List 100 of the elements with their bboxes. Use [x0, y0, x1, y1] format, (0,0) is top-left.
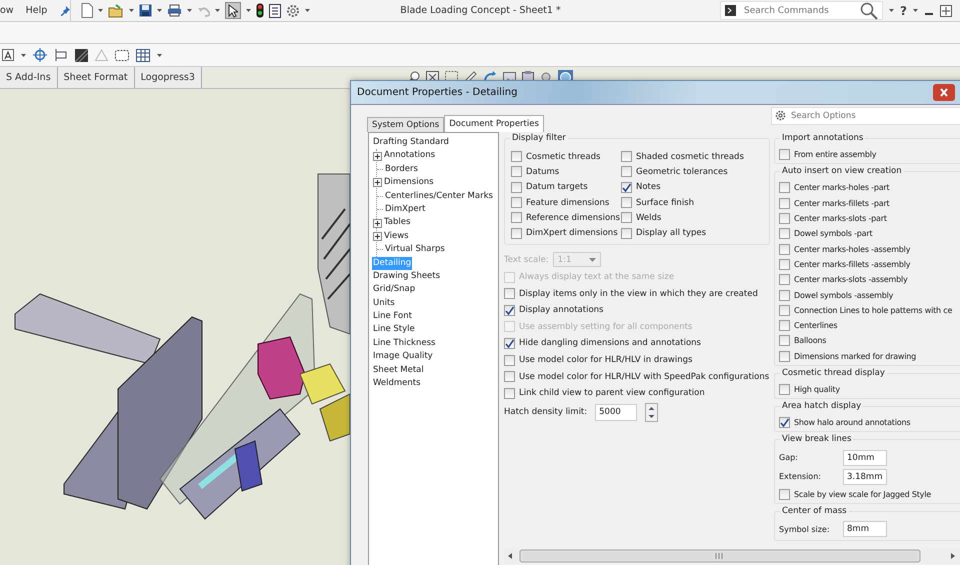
- tree-item[interactable]: Virtual Sharps: [384, 243, 446, 257]
- expand-icon[interactable]: [373, 232, 382, 241]
- checkbox[interactable]: [504, 388, 515, 399]
- tree-item[interactable]: Drawing Sheets: [372, 270, 442, 284]
- list-icon[interactable]: [269, 4, 281, 18]
- save-icon[interactable]: [139, 4, 152, 17]
- tree-item[interactable]: DimXpert: [384, 202, 426, 216]
- tree-item[interactable]: Annotations: [383, 149, 436, 163]
- command-prompt-icon[interactable]: [725, 5, 736, 16]
- checkbox[interactable]: [504, 371, 515, 382]
- tree-item[interactable]: Image Quality: [372, 350, 434, 364]
- search-field[interactable]: Search Commands: [742, 4, 854, 16]
- expand-icon[interactable]: [373, 178, 382, 188]
- checkbox[interactable]: [779, 350, 790, 362]
- text-icon[interactable]: [2, 49, 14, 61]
- checkbox[interactable]: [779, 198, 790, 209]
- checkbox[interactable]: [779, 228, 790, 240]
- tree-item[interactable]: Grid/Snap: [372, 283, 416, 297]
- checkbox[interactable]: [511, 166, 522, 178]
- caret-icon[interactable]: [187, 9, 192, 12]
- caret-icon[interactable]: [157, 9, 162, 12]
- menu-item[interactable]: Help: [26, 5, 48, 16]
- checkbox[interactable]: [621, 166, 632, 178]
- checkbox[interactable]: [779, 244, 790, 255]
- caret-icon[interactable]: [215, 9, 220, 12]
- checkbox[interactable]: [621, 212, 632, 224]
- caret-icon[interactable]: [21, 54, 26, 56]
- checkbox[interactable]: [621, 197, 632, 208]
- checkbox[interactable]: [779, 320, 790, 332]
- caret-icon[interactable]: [157, 54, 162, 56]
- new-document-icon[interactable]: [81, 3, 93, 18]
- checkbox[interactable]: [779, 384, 790, 395]
- tree-item[interactable]: Borders: [384, 162, 419, 176]
- checkbox[interactable]: [504, 354, 515, 366]
- tree-item[interactable]: Centerlines/Center Marks: [384, 190, 494, 203]
- tree-item[interactable]: Dimensions: [383, 176, 435, 190]
- caret-icon[interactable]: [913, 9, 918, 12]
- folder-icon[interactable]: [108, 4, 124, 18]
- caret-icon[interactable]: [889, 9, 894, 12]
- tree-item[interactable]: Units: [372, 296, 396, 310]
- pin-icon[interactable]: [59, 4, 72, 16]
- search-icon[interactable]: [860, 2, 878, 20]
- input-field[interactable]: 8mm: [843, 521, 887, 538]
- search-box[interactable]: Search Options: [771, 106, 960, 124]
- tree-item[interactable]: Line Style: [372, 323, 416, 337]
- input-field[interactable]: 3.18mm: [843, 468, 887, 485]
- tab[interactable]: System Options: [367, 117, 444, 132]
- checkbox[interactable]: [511, 212, 522, 224]
- tab[interactable]: S Add-Ins: [0, 67, 58, 88]
- checkbox[interactable]: [779, 488, 790, 500]
- caret-icon[interactable]: [129, 9, 134, 12]
- checkbox[interactable]: [621, 182, 632, 193]
- checkbox[interactable]: [779, 182, 790, 194]
- tab[interactable]: Document Properties: [444, 115, 544, 132]
- printer-icon[interactable]: [167, 4, 182, 17]
- checkbox[interactable]: [779, 335, 790, 346]
- tab[interactable]: Sheet Format: [58, 67, 135, 88]
- checkbox[interactable]: [779, 149, 790, 160]
- restore-icon[interactable]: [940, 4, 952, 16]
- checkbox[interactable]: [511, 182, 522, 193]
- tree-item[interactable]: Sheet Metal: [372, 364, 425, 378]
- tree-item[interactable]: Weldments: [372, 377, 422, 390]
- checkbox[interactable]: [504, 288, 515, 300]
- input-field[interactable]: 5000: [595, 404, 638, 421]
- checkbox[interactable]: [621, 228, 632, 239]
- close-icon[interactable]: [933, 84, 955, 101]
- checkbox[interactable]: [511, 151, 522, 162]
- crosshair-icon[interactable]: [33, 48, 47, 62]
- checkbox[interactable]: [779, 258, 790, 270]
- checkbox[interactable]: [511, 197, 522, 208]
- tree-item[interactable]: Tables: [383, 216, 412, 230]
- caret-icon[interactable]: [305, 9, 310, 12]
- checkbox[interactable]: [779, 304, 790, 316]
- checkbox[interactable]: [779, 417, 790, 428]
- expand-icon[interactable]: [373, 218, 382, 228]
- hatch-icon[interactable]: [75, 48, 88, 62]
- menu-item[interactable]: ow: [0, 5, 14, 16]
- traffic-light-icon[interactable]: [256, 3, 264, 18]
- tree-item[interactable]: Line Thickness: [372, 336, 436, 350]
- settings-icon[interactable]: [286, 4, 300, 18]
- checkbox[interactable]: [511, 228, 522, 239]
- expand-icon[interactable]: [373, 152, 382, 161]
- checkbox[interactable]: [504, 338, 515, 349]
- block-icon[interactable]: [115, 50, 129, 60]
- checkbox[interactable]: [779, 290, 790, 301]
- input-field[interactable]: 10mm: [843, 450, 887, 466]
- tree-item[interactable]: Drafting Standard: [372, 136, 450, 150]
- spin-button-icon[interactable]: [645, 402, 658, 422]
- checkbox[interactable]: [504, 304, 515, 316]
- checkbox[interactable]: [779, 274, 790, 286]
- checkbox[interactable]: [621, 151, 632, 162]
- tree-item[interactable]: Line Font: [372, 310, 413, 324]
- table-icon[interactable]: [136, 48, 150, 62]
- tree-item[interactable]: Views: [383, 230, 410, 244]
- caret-icon[interactable]: [246, 9, 251, 12]
- search-box[interactable]: Search Commands: [720, 1, 884, 20]
- tab[interactable]: Logopress3: [134, 67, 202, 88]
- caret-icon[interactable]: [98, 9, 103, 12]
- select-button[interactable]: [225, 2, 241, 19]
- checkbox[interactable]: [779, 213, 790, 224]
